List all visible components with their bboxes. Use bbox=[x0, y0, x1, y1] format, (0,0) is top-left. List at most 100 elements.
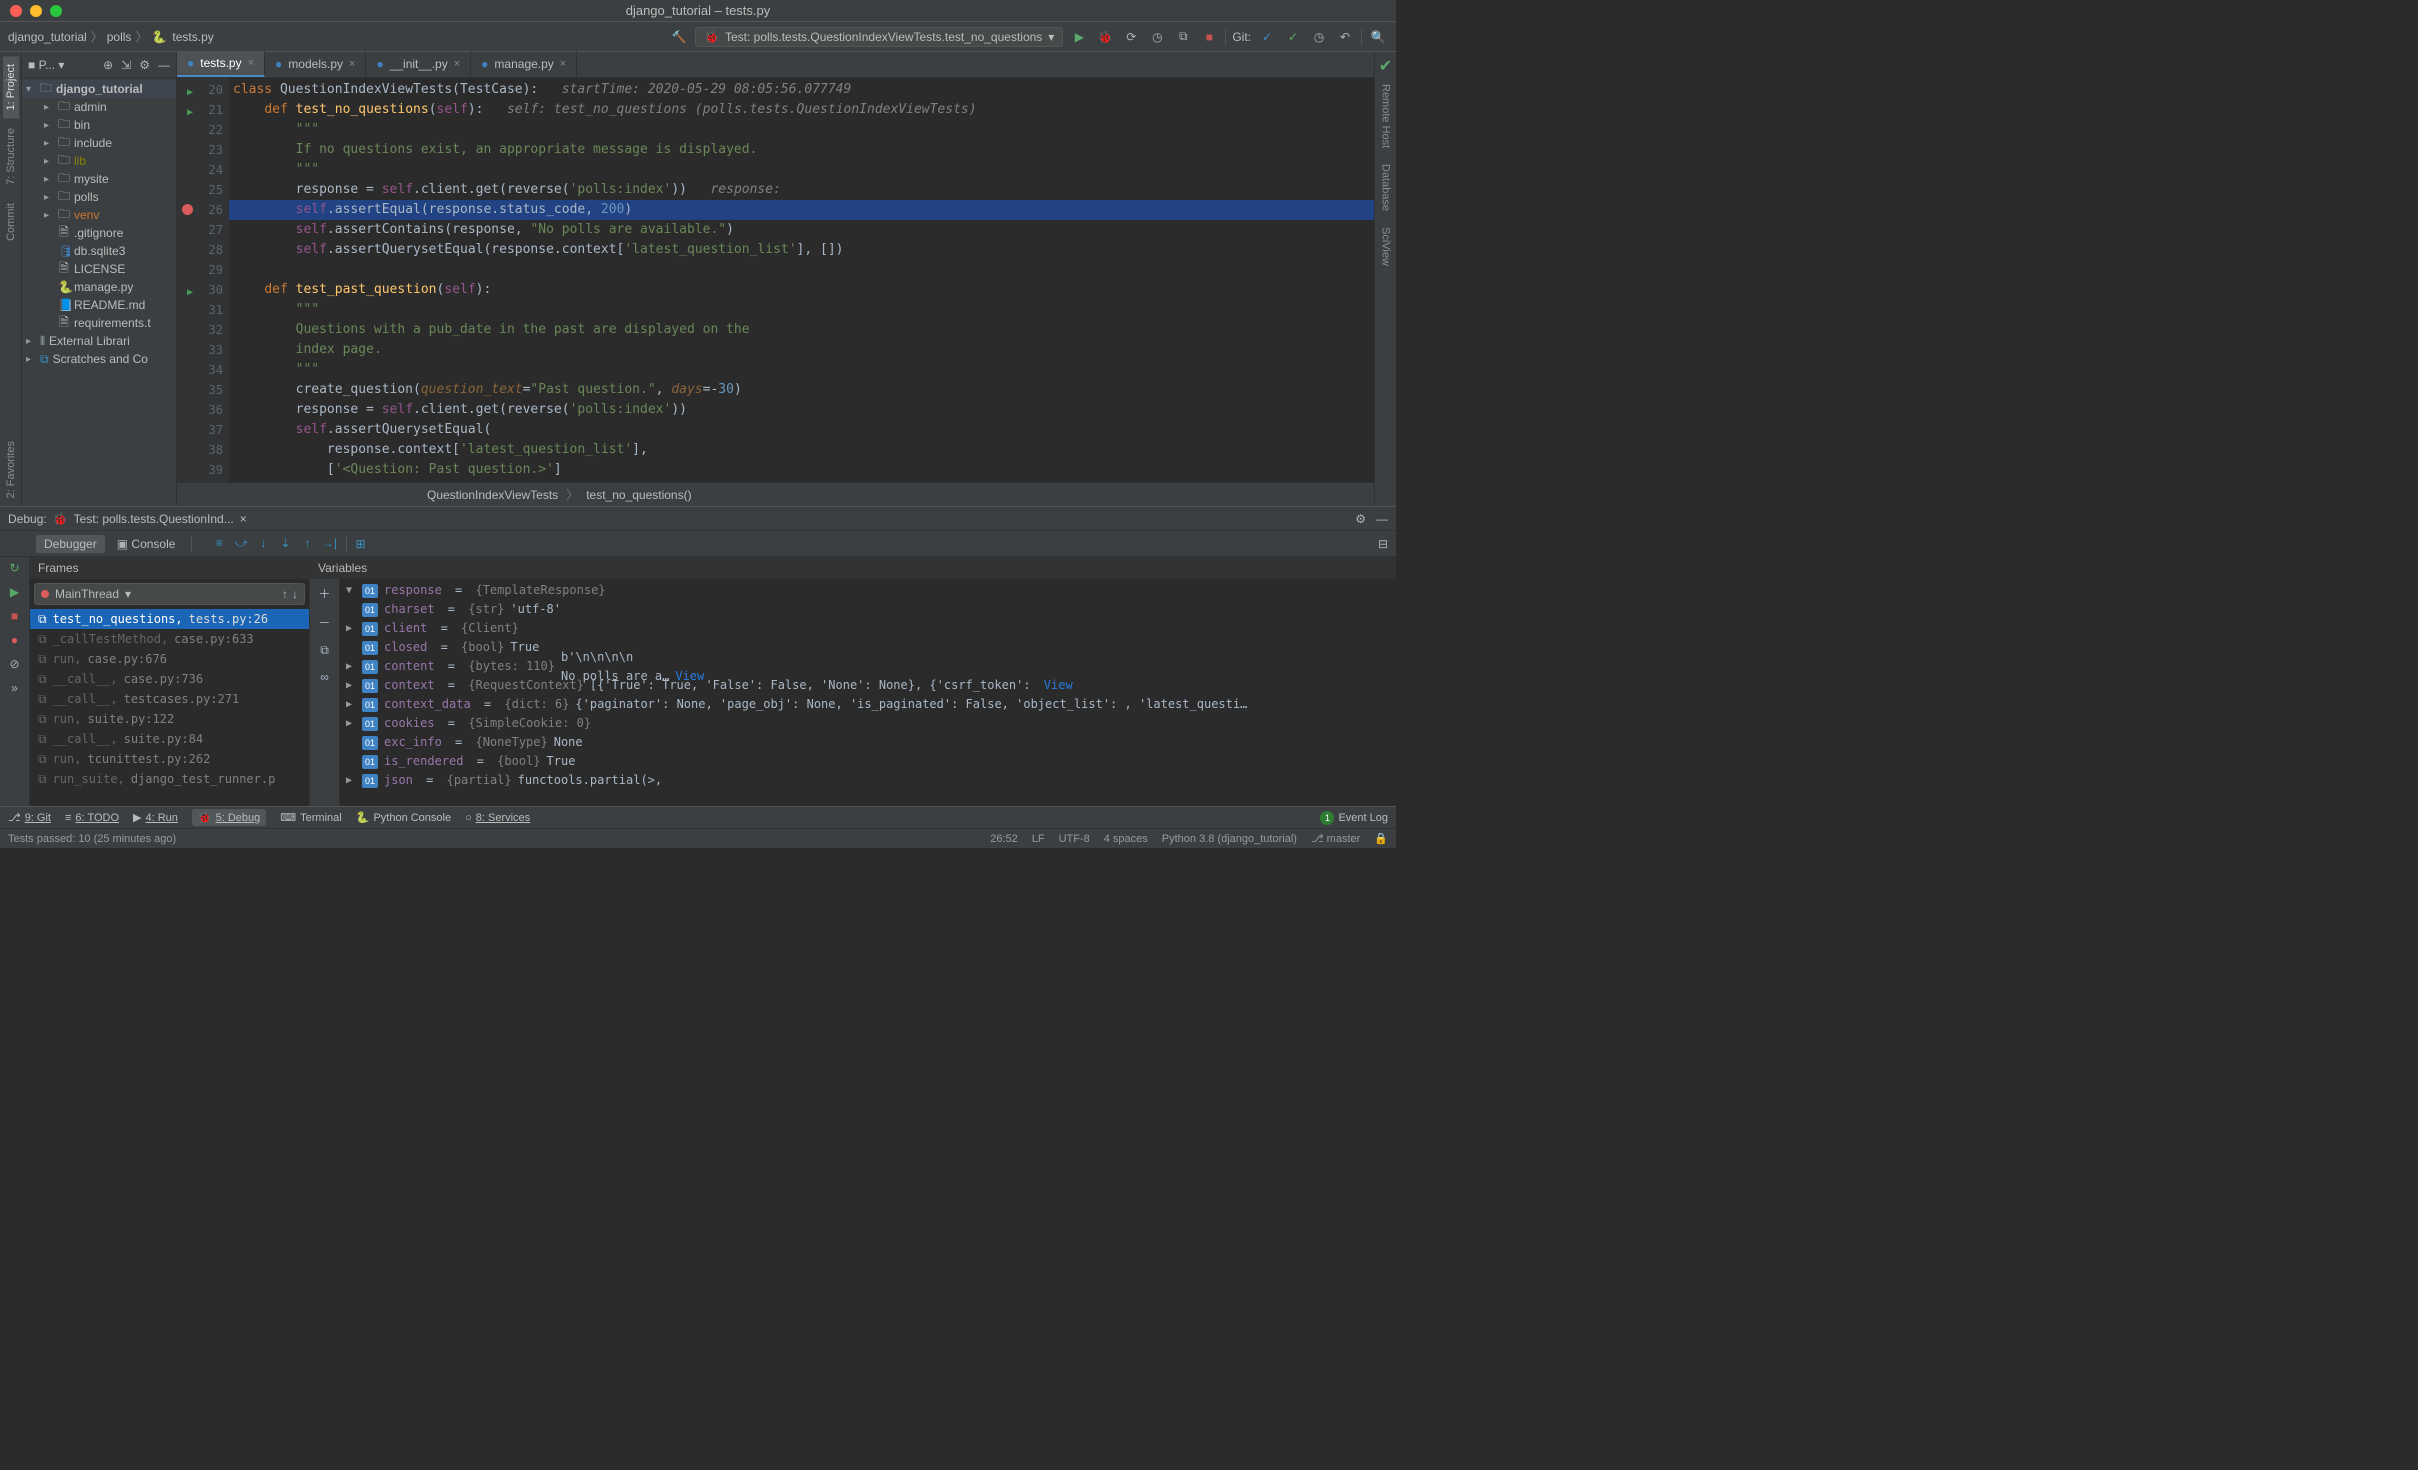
structure-tool-tab[interactable]: 7: Structure bbox=[3, 120, 19, 193]
bc-class[interactable]: QuestionIndexViewTests bbox=[427, 488, 558, 502]
console-tab[interactable]: ▣ Console bbox=[109, 535, 184, 553]
project-tool-tab[interactable]: 1: Project bbox=[3, 56, 19, 118]
breadcrumb-project[interactable]: django_tutorial bbox=[8, 30, 87, 44]
variable-row[interactable]: 01 exc_info = {NoneType} None bbox=[346, 733, 1390, 752]
tree-item[interactable]: .gitignore bbox=[74, 226, 123, 240]
stack-frame[interactable]: ⧉run, tcunittest.py:262 bbox=[30, 749, 309, 769]
resume-icon[interactable]: ▶ bbox=[10, 585, 19, 599]
run-button[interactable]: ▶ bbox=[1069, 27, 1089, 47]
tree-item[interactable]: bin bbox=[74, 118, 90, 132]
close-tab-icon[interactable]: × bbox=[248, 57, 254, 69]
variable-row[interactable]: 01 charset = {str} 'utf-8' bbox=[346, 600, 1390, 619]
remove-watch-icon[interactable]: － bbox=[318, 614, 330, 631]
tree-item[interactable]: lib bbox=[74, 154, 86, 168]
editor-tab[interactable]: ●models.py× bbox=[265, 51, 366, 77]
stack-frame[interactable]: ⧉run, suite.py:122 bbox=[30, 709, 309, 729]
indent-info[interactable]: 4 spaces bbox=[1104, 833, 1148, 845]
variables-tree[interactable]: ▼01 response = {TemplateResponse} 01 cha… bbox=[340, 579, 1396, 806]
rerun-icon[interactable]: ↻ bbox=[9, 561, 19, 575]
step-into-icon[interactable]: ↓ bbox=[254, 536, 272, 551]
remote-host-tab[interactable]: Remote Host bbox=[1378, 76, 1394, 156]
variable-row[interactable]: ▶01 content = {bytes: 110} b'\n\n\n\n No… bbox=[346, 657, 1390, 676]
mute-icon[interactable]: ⊘ bbox=[9, 657, 19, 671]
show-execution-point-icon[interactable]: ≡ bbox=[210, 536, 228, 551]
run-configuration-select[interactable]: 🐞 Test: polls.tests.QuestionIndexViewTes… bbox=[695, 27, 1063, 47]
commit-tool-tab[interactable]: Commit bbox=[3, 195, 19, 249]
close-tab-icon[interactable]: × bbox=[560, 58, 566, 70]
stack-frame[interactable]: ⧉_callTestMethod, case.py:633 bbox=[30, 629, 309, 649]
step-into-my-code-icon[interactable]: ⇣ bbox=[276, 536, 294, 551]
maximize-window-button[interactable] bbox=[50, 5, 62, 17]
variable-row[interactable]: ▼01 response = {TemplateResponse} bbox=[346, 581, 1390, 600]
services-tool-tab[interactable]: ○ 8: Services bbox=[465, 812, 530, 824]
debug-button[interactable]: 🐞 bbox=[1095, 27, 1115, 47]
tree-item[interactable]: README.md bbox=[74, 298, 145, 312]
file-encoding[interactable]: UTF-8 bbox=[1059, 833, 1090, 845]
python-console-tab[interactable]: 🐍 Python Console bbox=[356, 811, 451, 824]
readonly-lock-icon[interactable]: 🔒 bbox=[1374, 832, 1388, 845]
debug-config-name[interactable]: Test: polls.tests.QuestionInd... bbox=[74, 512, 234, 526]
terminal-tool-tab[interactable]: ⌨ Terminal bbox=[280, 811, 341, 824]
concurrency-button[interactable]: ⧉ bbox=[1173, 27, 1193, 47]
variable-row[interactable]: 01 is_rendered = {bool} True bbox=[346, 752, 1390, 771]
sciview-tab[interactable]: SciView bbox=[1378, 219, 1394, 274]
settings-icon[interactable]: » bbox=[11, 681, 18, 695]
thread-selector[interactable]: MainThread ▾ ↑ ↓ bbox=[34, 583, 305, 605]
add-watch-icon[interactable]: ＋ bbox=[318, 585, 330, 602]
minimize-window-button[interactable] bbox=[30, 5, 42, 17]
git-rollback-button[interactable]: ↶ bbox=[1335, 27, 1355, 47]
stop-icon[interactable]: ■ bbox=[11, 609, 18, 623]
tree-item[interactable]: db.sqlite3 bbox=[74, 244, 125, 258]
step-over-icon[interactable]: ⤻ bbox=[232, 536, 250, 551]
gear-icon[interactable]: ⚙ bbox=[1355, 512, 1366, 526]
bc-method[interactable]: test_no_questions() bbox=[586, 488, 691, 502]
tree-root[interactable]: django_tutorial bbox=[56, 82, 143, 96]
link-icon[interactable]: ∞ bbox=[320, 670, 329, 684]
code-editor[interactable]: class QuestionIndexViewTests(TestCase): … bbox=[229, 78, 1374, 482]
editor-gutter[interactable]: ▶20▶212223242526272829▶30313233343536373… bbox=[177, 78, 229, 482]
search-icon[interactable]: 🔍 bbox=[1368, 27, 1388, 47]
event-log-tab[interactable]: 1 Event Log bbox=[1320, 811, 1388, 825]
tree-item[interactable]: mysite bbox=[74, 172, 109, 186]
stack-frame[interactable]: ⧉run_suite, django_test_runner.p bbox=[30, 769, 309, 789]
external-libraries[interactable]: External Librari bbox=[49, 334, 130, 348]
git-commit-button[interactable]: ✓ bbox=[1283, 27, 1303, 47]
git-tool-tab[interactable]: ⎇ 9: Git bbox=[8, 811, 51, 824]
close-tab-icon[interactable]: × bbox=[454, 58, 460, 70]
step-out-icon[interactable]: ↑ bbox=[298, 536, 316, 551]
tree-item[interactable]: polls bbox=[74, 190, 99, 204]
variable-row[interactable]: ▶01 context = {RequestContext} [{'True':… bbox=[346, 676, 1390, 695]
git-update-button[interactable]: ✓ bbox=[1257, 27, 1277, 47]
project-tree[interactable]: ▾🗀django_tutorial▸🗀admin▸🗀bin▸🗀include▸🗀… bbox=[22, 78, 176, 370]
stop-button[interactable]: ■ bbox=[1199, 27, 1219, 47]
next-frame-icon[interactable]: ↓ bbox=[292, 587, 298, 601]
database-tab[interactable]: Database bbox=[1378, 156, 1394, 219]
expand-all-icon[interactable]: ⇲ bbox=[121, 58, 131, 72]
frames-list[interactable]: ⧉test_no_questions, tests.py:26⧉_callTes… bbox=[30, 609, 309, 806]
project-view-label[interactable]: ■ P... ▾ bbox=[28, 58, 64, 72]
line-ending[interactable]: LF bbox=[1032, 833, 1045, 845]
profile-button[interactable]: ◷ bbox=[1147, 27, 1167, 47]
debugger-tab[interactable]: Debugger bbox=[36, 535, 105, 553]
gear-icon[interactable]: ⚙ bbox=[139, 58, 150, 72]
hide-panel-icon[interactable]: — bbox=[1376, 512, 1388, 526]
variable-row[interactable]: ▶01 client = {Client} bbox=[346, 619, 1390, 638]
editor-tab[interactable]: ●manage.py× bbox=[471, 51, 577, 77]
git-history-button[interactable]: ◷ bbox=[1309, 27, 1329, 47]
copy-icon[interactable]: ⧉ bbox=[320, 643, 329, 658]
breakpoints-icon[interactable]: ● bbox=[11, 633, 18, 647]
tree-item[interactable]: LICENSE bbox=[74, 262, 125, 276]
stack-frame[interactable]: ⧉__call__, suite.py:84 bbox=[30, 729, 309, 749]
breadcrumb-file[interactable]: tests.py bbox=[172, 30, 213, 44]
breadcrumb-folder[interactable]: polls bbox=[107, 30, 132, 44]
evaluate-expression-icon[interactable]: ⊞ bbox=[355, 537, 365, 551]
tree-item[interactable]: manage.py bbox=[74, 280, 133, 294]
tree-item[interactable]: venv bbox=[74, 208, 99, 222]
build-icon[interactable]: 🔨 bbox=[669, 27, 689, 47]
tree-item[interactable]: admin bbox=[74, 100, 107, 114]
coverage-button[interactable]: ⟳ bbox=[1121, 27, 1141, 47]
breakpoint-icon[interactable] bbox=[182, 204, 193, 215]
tree-item[interactable]: requirements.t bbox=[74, 316, 151, 330]
editor-tab[interactable]: ●__init__.py× bbox=[366, 51, 471, 77]
favorites-tool-tab[interactable]: 2: Favorites bbox=[3, 433, 19, 506]
